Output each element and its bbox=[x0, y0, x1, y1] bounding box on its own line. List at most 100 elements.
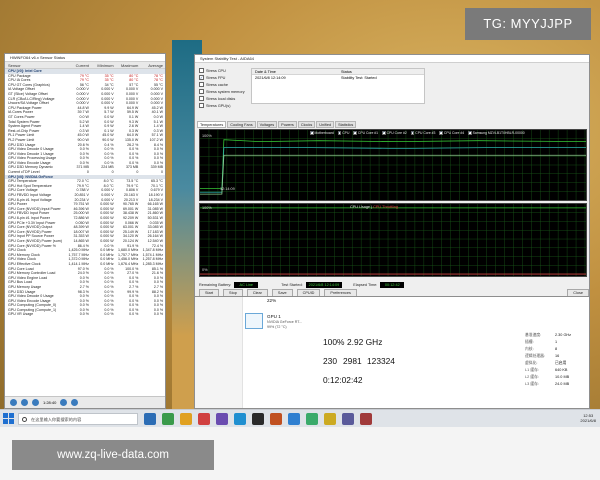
cpu-spec-row: 基准速度: 2.30 GHz bbox=[525, 333, 571, 338]
legend-item[interactable]: ✓ CPU Core #2 bbox=[382, 131, 407, 135]
taskbar-app-icon[interactable] bbox=[180, 413, 192, 425]
legend-label: CPU Core #2 bbox=[386, 131, 407, 135]
legend-item[interactable]: ✓ CPU Core #1 bbox=[353, 131, 378, 135]
hwinfo-header-sensor[interactable]: Sensor bbox=[5, 62, 66, 68]
site-watermark: 值 什么值得买 bbox=[530, 387, 581, 396]
save-button[interactable]: Save bbox=[271, 289, 293, 296]
taskbar-search-box[interactable]: 在这里输入你要搜索的内容 bbox=[18, 413, 138, 425]
hwinfo-nav-icon[interactable] bbox=[10, 399, 17, 406]
cpu-spec-value: 已启用 bbox=[555, 361, 567, 365]
stress-options: Stress CPU ✓ Stress FPU Stress cache Stress … bbox=[199, 67, 245, 109]
system-tray-clock[interactable]: 12:53 2021/6/8 bbox=[580, 413, 596, 423]
stress-option[interactable]: ✓ Stress FPU bbox=[199, 74, 245, 81]
tray-date: 2021/6/8 bbox=[580, 418, 596, 423]
close-button[interactable]: Close bbox=[567, 289, 589, 296]
stress-option[interactable]: Stress cache bbox=[199, 81, 245, 88]
legend-label: CPU Core #3 bbox=[415, 131, 436, 135]
taskbar-app-icon[interactable] bbox=[252, 413, 264, 425]
thread-count: 2981 bbox=[343, 356, 362, 366]
legend-item[interactable]: ✓ CPU Core #3 bbox=[410, 131, 436, 135]
cpu-spec-label: 插槽: bbox=[525, 340, 534, 344]
legend-checkbox[interactable]: ✓ bbox=[337, 131, 342, 135]
checkbox[interactable]: ✓ bbox=[199, 75, 204, 80]
taskbar-app-icon[interactable] bbox=[360, 413, 372, 425]
checkbox[interactable] bbox=[199, 89, 204, 94]
taskbar-apps bbox=[144, 413, 372, 425]
legend-checkbox[interactable]: ✓ bbox=[410, 131, 415, 135]
cpu-spec-row: 虚拟化: 已启用 bbox=[525, 361, 566, 366]
legend-item[interactable]: ✓ CPU bbox=[337, 131, 349, 135]
legend-item[interactable]: ✓ Samsung MZVLB1T0HBLR-00000 bbox=[468, 131, 525, 135]
taskbar-app-icon[interactable] bbox=[234, 413, 246, 425]
status-header-datetime: Date & Time bbox=[255, 70, 276, 74]
legend-checkbox[interactable]: ✓ bbox=[439, 131, 443, 135]
legend-checkbox[interactable]: ✓ bbox=[353, 131, 357, 135]
stop-button[interactable]: Stop bbox=[223, 289, 243, 296]
search-icon bbox=[22, 417, 27, 422]
hwinfo-header-minimum[interactable]: Minimum bbox=[91, 62, 116, 68]
tab-statistics[interactable]: Statistics bbox=[335, 121, 357, 128]
taskbar-app-icon[interactable] bbox=[324, 413, 336, 425]
legend-checkbox[interactable]: ✓ bbox=[310, 131, 314, 135]
taskbar-app-icon[interactable] bbox=[144, 413, 156, 425]
hwinfo-close-icon[interactable] bbox=[71, 399, 79, 406]
checkbox[interactable] bbox=[199, 103, 204, 108]
temperature-graph-plot bbox=[200, 130, 586, 200]
sensor-row[interactable]: GPU VR Usage 0.0 % 0.0 % 0.0 % 0.0 % bbox=[5, 312, 165, 317]
perf-card-gpu[interactable]: GPU 1 NVIDIA GeForce RT... 99% (72 °C) bbox=[245, 311, 313, 333]
hwinfo-settings-icon[interactable] bbox=[32, 399, 39, 406]
cpu-spec-label: 基准速度: bbox=[525, 333, 542, 337]
legend-item[interactable]: ✓ Motherboard bbox=[310, 131, 334, 135]
test-started-value: 2021/6/8 12:14:09 bbox=[305, 282, 343, 288]
legend-label: Samsung MZVLB1T0HBLR-00000 bbox=[472, 131, 525, 135]
cpu-spec-value: 1 bbox=[555, 340, 558, 344]
aida64-window[interactable]: System Stability Test - AIDA64 Stress CP… bbox=[194, 54, 590, 297]
tab-unified[interactable]: Unified bbox=[316, 121, 335, 128]
taskbar-app-icon[interactable] bbox=[342, 413, 354, 425]
tab-cooling-fans[interactable]: Cooling Fans bbox=[227, 121, 256, 128]
windows-start-icon[interactable] bbox=[3, 413, 14, 424]
hwinfo-sensor-list[interactable]: CPU [#0]: Intel Core CPU Package 79 °C 35 °… bbox=[5, 69, 165, 397]
tab-temperatures[interactable]: Temperatures bbox=[197, 121, 227, 128]
legend-checkbox[interactable]: ✓ bbox=[382, 131, 386, 135]
tab-clocks[interactable]: Clocks bbox=[297, 121, 316, 128]
stress-option-label: Stress FPU bbox=[206, 75, 226, 80]
taskbar-app-icon[interactable] bbox=[288, 413, 300, 425]
hwinfo-header-average[interactable]: Average bbox=[140, 62, 165, 68]
hwinfo-toolbar: 1:28:40 bbox=[5, 396, 165, 408]
stress-option-label: Stress GPU(s) bbox=[206, 103, 231, 108]
sensor-cell-ma: 0 bbox=[136, 170, 139, 175]
hwinfo-header-maximum[interactable]: Maximum bbox=[116, 62, 141, 68]
checkbox[interactable] bbox=[199, 96, 204, 101]
cpu-spec-label: L1 缓存: bbox=[525, 368, 539, 372]
stress-option[interactable]: Stress CPU bbox=[199, 67, 245, 74]
clear-button[interactable]: Clear bbox=[246, 289, 268, 296]
stress-option[interactable]: Stress local disks bbox=[199, 95, 245, 102]
taskbar-app-icon[interactable] bbox=[270, 413, 282, 425]
hwinfo-window[interactable]: HWiNFO64 v6.x Sensor Status Sensor Curre… bbox=[4, 53, 166, 409]
legend-item[interactable]: ✓ CPU Core #4 bbox=[439, 131, 464, 135]
tab-voltages[interactable]: Voltages bbox=[256, 121, 278, 128]
legend-checkbox[interactable]: ✓ bbox=[468, 131, 472, 135]
checkbox[interactable] bbox=[199, 68, 204, 73]
gpu-card-name: NVIDIA GeForce RT... bbox=[267, 320, 303, 324]
tab-powers[interactable]: Powers bbox=[278, 121, 297, 128]
stress-option[interactable]: Stress system memory bbox=[199, 88, 245, 95]
hwinfo-nav-icon[interactable] bbox=[21, 399, 28, 406]
taskbar-app-icon[interactable] bbox=[162, 413, 174, 425]
start-button[interactable]: Start bbox=[199, 289, 220, 296]
checkbox[interactable] bbox=[199, 82, 204, 87]
stress-option[interactable]: Stress GPU(s) bbox=[199, 102, 245, 109]
hwinfo-header-current[interactable]: Current bbox=[66, 62, 91, 68]
sensor-cell-mi: 0.0 % bbox=[104, 312, 114, 317]
preferences-button[interactable]: Preferences bbox=[324, 289, 357, 296]
watermark-bottom-label: www.zq-live-data.com bbox=[12, 440, 214, 470]
hwinfo-title: HWiNFO64 v6.x Sensor Status bbox=[5, 54, 165, 62]
hwinfo-clock-icon bbox=[60, 399, 68, 406]
taskbar-app-icon[interactable] bbox=[198, 413, 210, 425]
taskbar-app-icon[interactable] bbox=[216, 413, 228, 425]
legend-label: Motherboard bbox=[314, 131, 334, 135]
taskbar-app-icon[interactable] bbox=[306, 413, 318, 425]
cpu-spec-row: L1 缓存: 640 KB bbox=[525, 368, 567, 373]
cpuid-button[interactable]: CPUID bbox=[296, 289, 321, 296]
